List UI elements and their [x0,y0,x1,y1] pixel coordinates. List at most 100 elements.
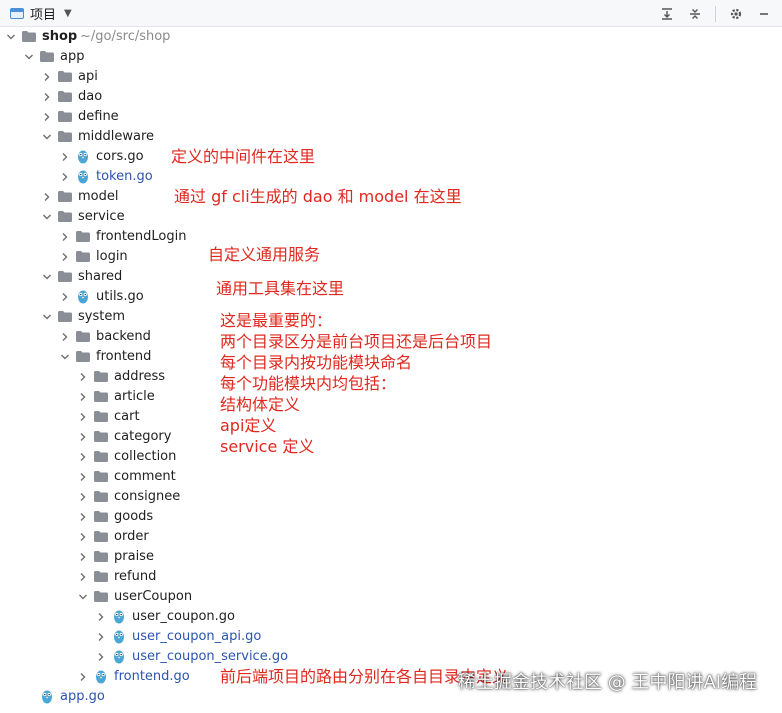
folder-icon [22,31,36,42]
chevron-right-icon[interactable] [77,431,89,443]
tree-item-name: app.go [60,689,105,704]
annotation-system-line: api定义 [220,416,277,435]
expand-all-icon[interactable] [659,6,675,22]
chevron-right-icon[interactable] [77,571,89,583]
chevron-right-icon[interactable] [77,511,89,523]
go-file-icon [77,149,89,164]
chevron-right-icon[interactable] [95,631,107,643]
chevron-right-icon[interactable] [77,391,89,403]
tree-folder-row[interactable]: api [0,67,560,87]
tree-folder-row[interactable]: order [0,527,560,547]
chevron-down-icon[interactable] [23,51,35,63]
chevron-down-icon[interactable] [5,31,17,43]
collapse-all-icon[interactable] [687,6,703,22]
project-view-title: 项目 [30,8,57,23]
folder-icon [94,391,108,402]
chevron-right-icon[interactable] [95,611,107,623]
tree-folder-row[interactable]: dao [0,87,560,107]
chevron-down-icon[interactable] [41,211,53,223]
go-file-icon [113,649,125,664]
folder-icon [94,491,108,502]
tree-folder-row[interactable]: consignee [0,487,560,507]
tree-folder-row[interactable]: refund [0,567,560,587]
tree-item-name: praise [114,549,154,564]
chevron-right-icon[interactable] [41,191,53,203]
folder-icon [58,191,72,202]
tree-file-row[interactable]: user_coupon.go [0,607,560,627]
chevron-right-icon[interactable] [77,551,89,563]
tree-item-name: frontend.go [114,669,190,684]
go-file-icon [113,609,125,624]
chevron-right-icon[interactable] [77,671,89,683]
chevron-down-icon[interactable] [77,591,89,603]
tree-folder-row[interactable]: comment [0,467,560,487]
chevron-right-icon[interactable] [41,111,53,123]
tree-folder-row[interactable]: praise [0,547,560,567]
tree-folder-row[interactable]: userCoupon [0,587,560,607]
tree-item-name: category [114,429,172,444]
tree-item-name: address [114,369,166,384]
chevron-down-icon[interactable] [41,131,53,143]
tree-folder-row[interactable]: service [0,207,560,227]
folder-icon [94,531,108,542]
chevron-right-icon[interactable] [59,291,71,303]
chevron-right-icon[interactable] [77,411,89,423]
go-file-icon [41,689,53,704]
tree-file-row[interactable]: token.go [0,167,560,187]
tree-item-name: backend [96,329,151,344]
tree-folder-row[interactable]: goods [0,507,560,527]
folder-icon [76,351,90,362]
folder-icon [76,331,90,342]
tree-root-shop[interactable]: shop ~/go/src/shop [0,27,560,47]
folder-icon [94,551,108,562]
chevron-right-icon[interactable] [59,151,71,163]
tree-folder-row[interactable]: define [0,107,560,127]
tree-folder-row[interactable]: middleware [0,127,560,147]
chevron-right-icon[interactable] [95,651,107,663]
chevron-right-icon[interactable] [77,471,89,483]
tree-file-row[interactable]: user_coupon_service.go [0,647,560,667]
project-view-selector[interactable]: 项目 ▼ [10,5,72,23]
chevron-right-icon[interactable] [77,451,89,463]
chevron-right-icon[interactable] [41,71,53,83]
folder-icon [94,511,108,522]
tree-file-row[interactable]: user_coupon_api.go [0,627,560,647]
chevron-right-icon[interactable] [41,91,53,103]
tree-item-name: middleware [78,129,155,144]
tree-item-name: api [78,69,98,84]
tree-root-name: shop [42,29,78,44]
folder-icon [76,231,90,242]
chevron-right-icon[interactable] [59,251,71,263]
chevron-right-icon[interactable] [59,231,71,243]
gear-icon[interactable] [728,6,744,22]
tree-item-name: token.go [96,169,153,184]
go-file-icon [113,629,125,644]
toolbar-actions [659,4,772,23]
chevron-down-icon[interactable] [41,311,53,323]
tree-item-name: frontend [96,349,152,364]
folder-icon [58,111,72,122]
minimize-icon[interactable] [756,6,772,22]
annotation-system-line: service 定义 [220,437,315,456]
tree-item-name: refund [114,569,157,584]
tree-folder-row[interactable]: app [0,47,560,67]
tree-item-name: login [96,249,128,264]
chevron-right-icon[interactable] [59,331,71,343]
annotation-system-line: 两个目录区分是前台项目还是后台项目 [220,332,493,351]
chevron-right-icon[interactable] [77,371,89,383]
chevron-down-icon[interactable] [59,351,71,363]
folder-icon [94,411,108,422]
chevron-right-icon[interactable] [59,171,71,183]
tree-item-name: service [78,209,125,224]
chevron-right-icon[interactable] [77,491,89,503]
chevron-right-icon[interactable] [77,531,89,543]
project-window-icon [10,8,24,19]
folder-icon [76,251,90,262]
tree-item-name: shared [78,269,123,284]
folder-icon [58,211,72,222]
folder-icon [58,91,72,102]
folder-icon [94,371,108,382]
chevron-down-icon[interactable] [41,271,53,283]
chevron-down-icon[interactable]: ▼ [64,8,72,19]
toolbar-divider [715,5,716,22]
